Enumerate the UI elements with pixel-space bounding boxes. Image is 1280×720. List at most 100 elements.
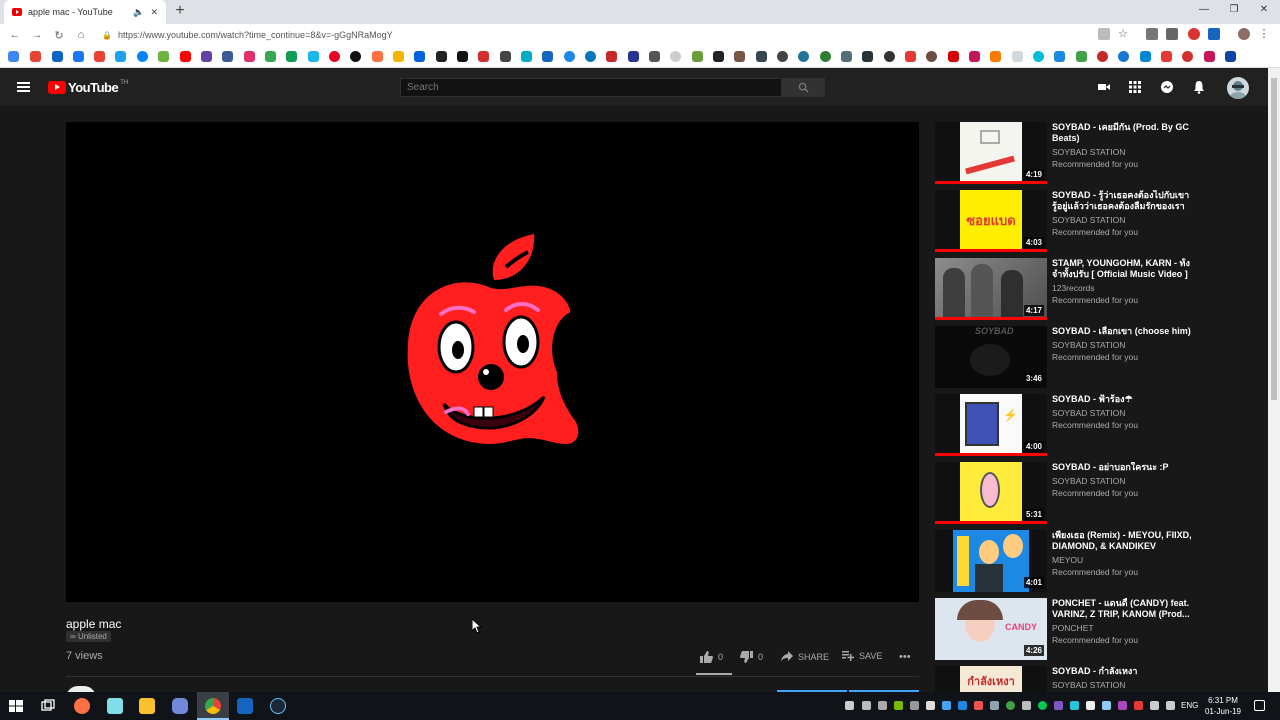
pinterest-bookmark-icon[interactable] xyxy=(329,51,340,62)
bookmark-icon[interactable] xyxy=(436,51,447,62)
tray-icon[interactable] xyxy=(974,701,983,710)
bookmark-icon[interactable] xyxy=(478,51,489,62)
bookmark-icon[interactable] xyxy=(564,51,575,62)
bookmark-icon[interactable] xyxy=(1118,51,1129,62)
bookmark-icon[interactable] xyxy=(1033,51,1044,62)
browser-tab-active[interactable]: apple mac - YouTube 🔈 ✕ xyxy=(4,0,166,24)
netflix-bookmark-icon[interactable] xyxy=(948,51,959,62)
create-video-icon[interactable] xyxy=(1097,80,1111,94)
forward-arrow-icon[interactable]: → xyxy=(26,29,48,41)
thai-flag-bookmark-icon[interactable] xyxy=(628,51,639,62)
recommended-video-4[interactable]: SOYBAD 3:46 SOYBAD - เลือกเขา (choose hi… xyxy=(935,326,1195,390)
bookmark-icon[interactable] xyxy=(1161,51,1172,62)
app-icon[interactable] xyxy=(237,698,253,714)
apps-grid-icon[interactable] xyxy=(8,51,19,62)
bookmark-icon[interactable] xyxy=(52,51,63,62)
bookmark-icon[interactable] xyxy=(990,51,1001,62)
bookmark-icon[interactable] xyxy=(542,51,553,62)
bookmark-icon[interactable] xyxy=(734,51,745,62)
bookmark-icon[interactable] xyxy=(756,51,767,62)
task-view-icon[interactable] xyxy=(40,698,56,714)
tray-icon[interactable] xyxy=(1038,701,1047,710)
app-icon[interactable] xyxy=(107,698,123,714)
minimize-icon[interactable]: — xyxy=(1196,4,1212,15)
extension-icon[interactable] xyxy=(1166,28,1178,40)
extension-icon[interactable] xyxy=(1208,28,1220,40)
reload-icon[interactable]: ↻ xyxy=(48,29,70,42)
bookmark-icon[interactable] xyxy=(969,51,980,62)
messages-icon[interactable] xyxy=(1160,80,1174,94)
bookmark-icon[interactable] xyxy=(286,51,297,62)
bookmark-icon[interactable] xyxy=(1054,51,1065,62)
bookmark-icon[interactable] xyxy=(1182,51,1193,62)
bookmark-icon[interactable] xyxy=(1225,51,1236,62)
tray-icon[interactable] xyxy=(1134,701,1143,710)
bookmark-icon[interactable] xyxy=(649,51,660,62)
network-icon[interactable] xyxy=(1150,701,1159,710)
account-avatar[interactable] xyxy=(1227,77,1249,99)
tray-icon[interactable] xyxy=(1006,701,1015,710)
firefox-icon[interactable] xyxy=(74,698,90,714)
instagram-bookmark-icon[interactable] xyxy=(244,51,255,62)
bookmark-icon[interactable] xyxy=(500,51,511,62)
share-button[interactable]: SHARE xyxy=(781,651,829,662)
twitter-bookmark-icon[interactable] xyxy=(115,51,126,62)
recommended-video-1[interactable]: 4:19 SOYBAD - เคยมีกัน (Prod. By GC Beat… xyxy=(935,122,1195,186)
apps-grid-icon[interactable] xyxy=(1128,80,1142,94)
bookmark-icon[interactable] xyxy=(884,51,895,62)
bookmark-icon[interactable] xyxy=(393,51,404,62)
maximize-icon[interactable]: ❐ xyxy=(1226,4,1242,15)
gmail-bookmark-icon[interactable] xyxy=(94,51,105,62)
tray-icon[interactable] xyxy=(926,701,935,710)
medium-bookmark-icon[interactable] xyxy=(457,51,468,62)
bluetooth-icon[interactable] xyxy=(958,701,967,710)
bookmark-icon[interactable] xyxy=(158,51,169,62)
video-player[interactable] xyxy=(66,122,919,602)
flickr-bookmark-icon[interactable] xyxy=(414,51,425,62)
bookmark-star-icon[interactable]: ☆ xyxy=(1118,28,1130,40)
bookmark-icon[interactable] xyxy=(670,51,681,62)
bookmark-icon[interactable] xyxy=(713,51,724,62)
messenger-bookmark-icon[interactable] xyxy=(137,51,148,62)
dislike-button[interactable]: 0 xyxy=(740,651,763,663)
tray-icon[interactable] xyxy=(942,701,951,710)
tray-icon[interactable] xyxy=(910,701,919,710)
facebook-bookmark-icon[interactable] xyxy=(222,51,233,62)
address-bar[interactable]: 🔒 https://www.youtube.com/watch?time_con… xyxy=(96,26,1096,44)
bookmark-icon[interactable] xyxy=(692,51,703,62)
browser-menu-icon[interactable]: ⋮ xyxy=(1258,28,1270,40)
input-language[interactable]: ENG xyxy=(1181,701,1198,710)
chrome-icon[interactable] xyxy=(205,698,221,714)
recommended-video-2[interactable]: ซอยแบด 4:03 SOYBAD - รู้ว่าเธอคงต้องไปกั… xyxy=(935,190,1195,254)
bookmark-icon[interactable] xyxy=(841,51,852,62)
recommended-video-8[interactable]: CANDY 4:26 PONCHET - แดนดี้ (CANDY) feat… xyxy=(935,598,1195,662)
like-button[interactable]: 0 xyxy=(700,651,723,663)
bookmark-icon[interactable] xyxy=(1012,51,1023,62)
save-button[interactable]: SAVE xyxy=(842,651,882,661)
new-tab-button[interactable]: + xyxy=(172,2,188,22)
scrollbar-thumb[interactable] xyxy=(1271,78,1277,400)
action-center-icon[interactable] xyxy=(1254,700,1265,711)
spotify-bookmark-icon[interactable] xyxy=(350,51,361,62)
tab-close-icon[interactable]: ✕ xyxy=(150,7,158,18)
profile-avatar-icon[interactable] xyxy=(1238,28,1250,40)
recommended-video-7[interactable]: 4:01 เพียงเธอ (Remix) - MEYOU, FIIXD, DI… xyxy=(935,530,1195,594)
bookmark-icon[interactable] xyxy=(862,51,873,62)
tray-icon[interactable] xyxy=(990,701,999,710)
recommended-video-9[interactable]: กำลังเหงา SOYBAD - กำลังเหงา SOYBAD STAT… xyxy=(935,666,1195,692)
wordpress-bookmark-icon[interactable] xyxy=(798,51,809,62)
bookmark-icon[interactable] xyxy=(926,51,937,62)
extension-icon[interactable] xyxy=(1146,28,1158,40)
bookmark-icon[interactable] xyxy=(1097,51,1108,62)
tray-icon[interactable] xyxy=(1054,701,1063,710)
file-explorer-icon[interactable] xyxy=(139,698,155,714)
search-button[interactable] xyxy=(782,78,825,97)
bookmark-icon[interactable] xyxy=(905,51,916,62)
more-actions-button[interactable]: ••• xyxy=(899,651,911,663)
bookmark-icon[interactable] xyxy=(606,51,617,62)
tray-icon[interactable] xyxy=(1118,701,1127,710)
steam-icon[interactable] xyxy=(270,698,286,714)
youtube-logo[interactable]: YouTube TH xyxy=(48,80,128,95)
volume-icon[interactable] xyxy=(1166,701,1175,710)
window-close-icon[interactable]: ✕ xyxy=(1256,4,1272,15)
